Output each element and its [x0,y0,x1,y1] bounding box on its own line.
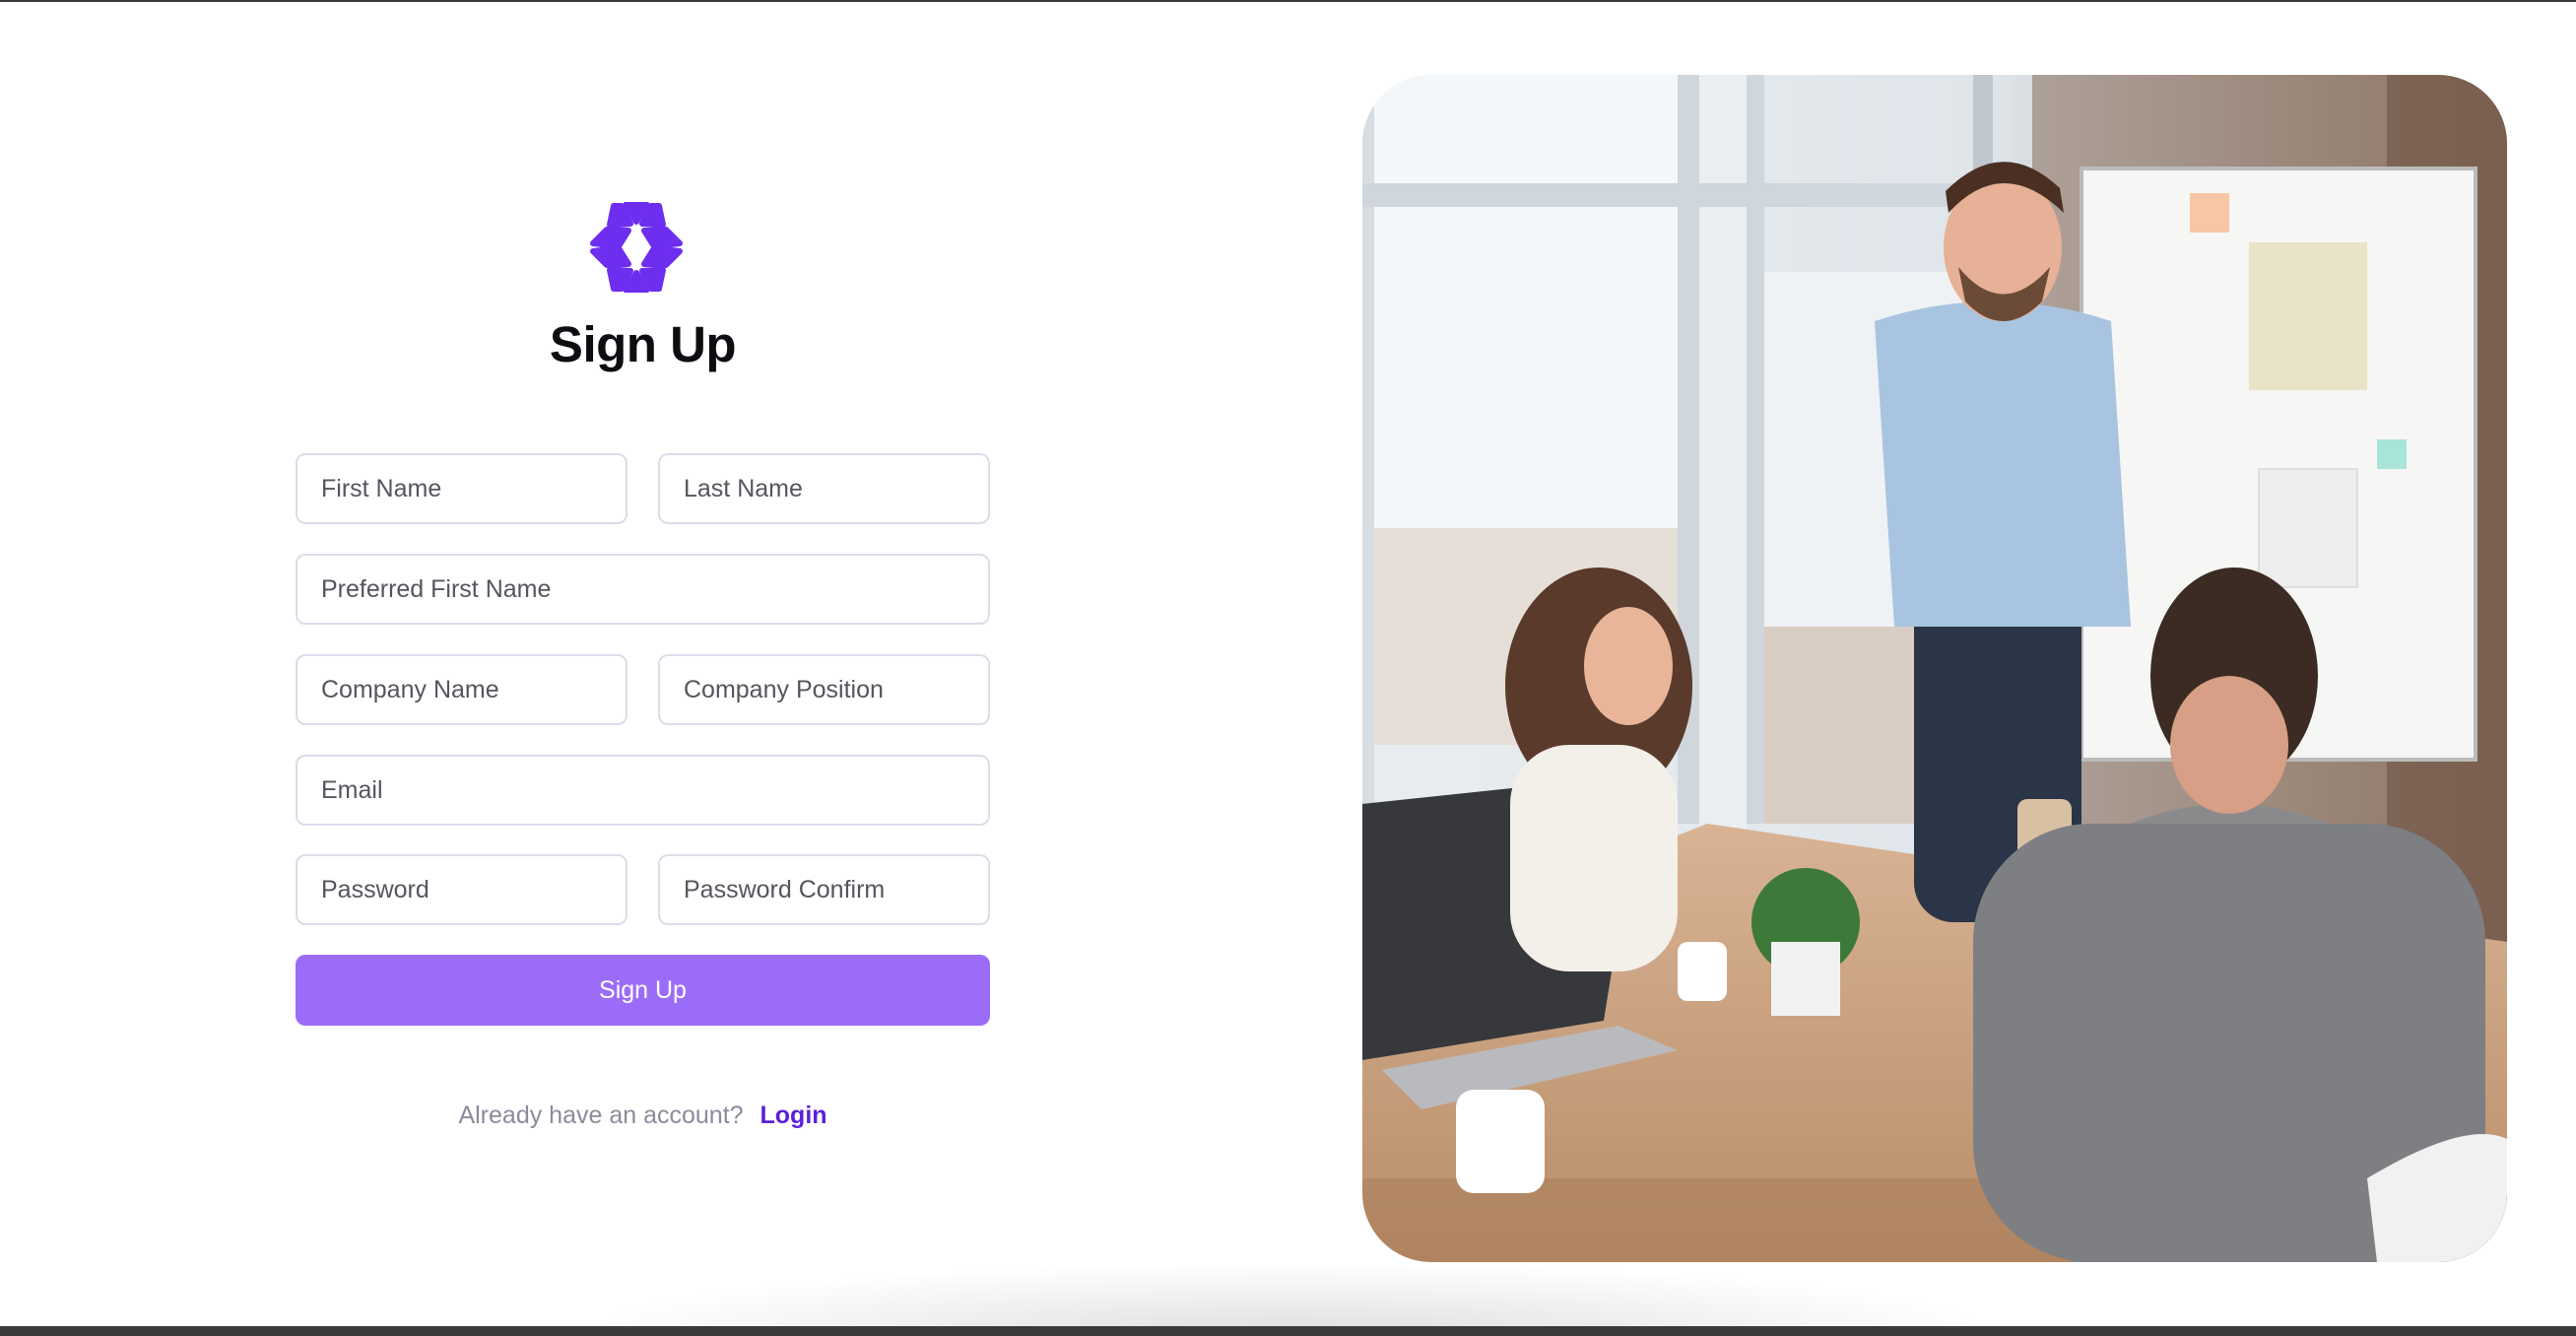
sign-up-button[interactable]: Sign Up [296,955,990,1026]
company-name-input[interactable] [296,654,627,725]
preferred-first-name-input[interactable] [296,554,990,625]
company-position-input[interactable] [658,654,990,725]
office-meeting-illustration [1362,75,2507,1262]
office-meeting-photo [1362,75,2507,1262]
password-input[interactable] [296,854,627,925]
login-prompt: Already have an account? Login [296,1102,990,1130]
hexagon-triangles-icon [590,202,683,293]
page-title: Sign Up [549,316,737,372]
login-link[interactable]: Login [760,1102,827,1129]
password-confirm-input[interactable] [658,854,990,925]
last-name-input[interactable] [658,453,990,524]
window-bottom-border [0,1326,2576,1336]
window-top-border [0,0,2576,2]
first-name-input[interactable] [296,453,627,524]
login-prompt-text: Already have an account? [458,1102,744,1129]
email-input[interactable] [296,755,990,826]
